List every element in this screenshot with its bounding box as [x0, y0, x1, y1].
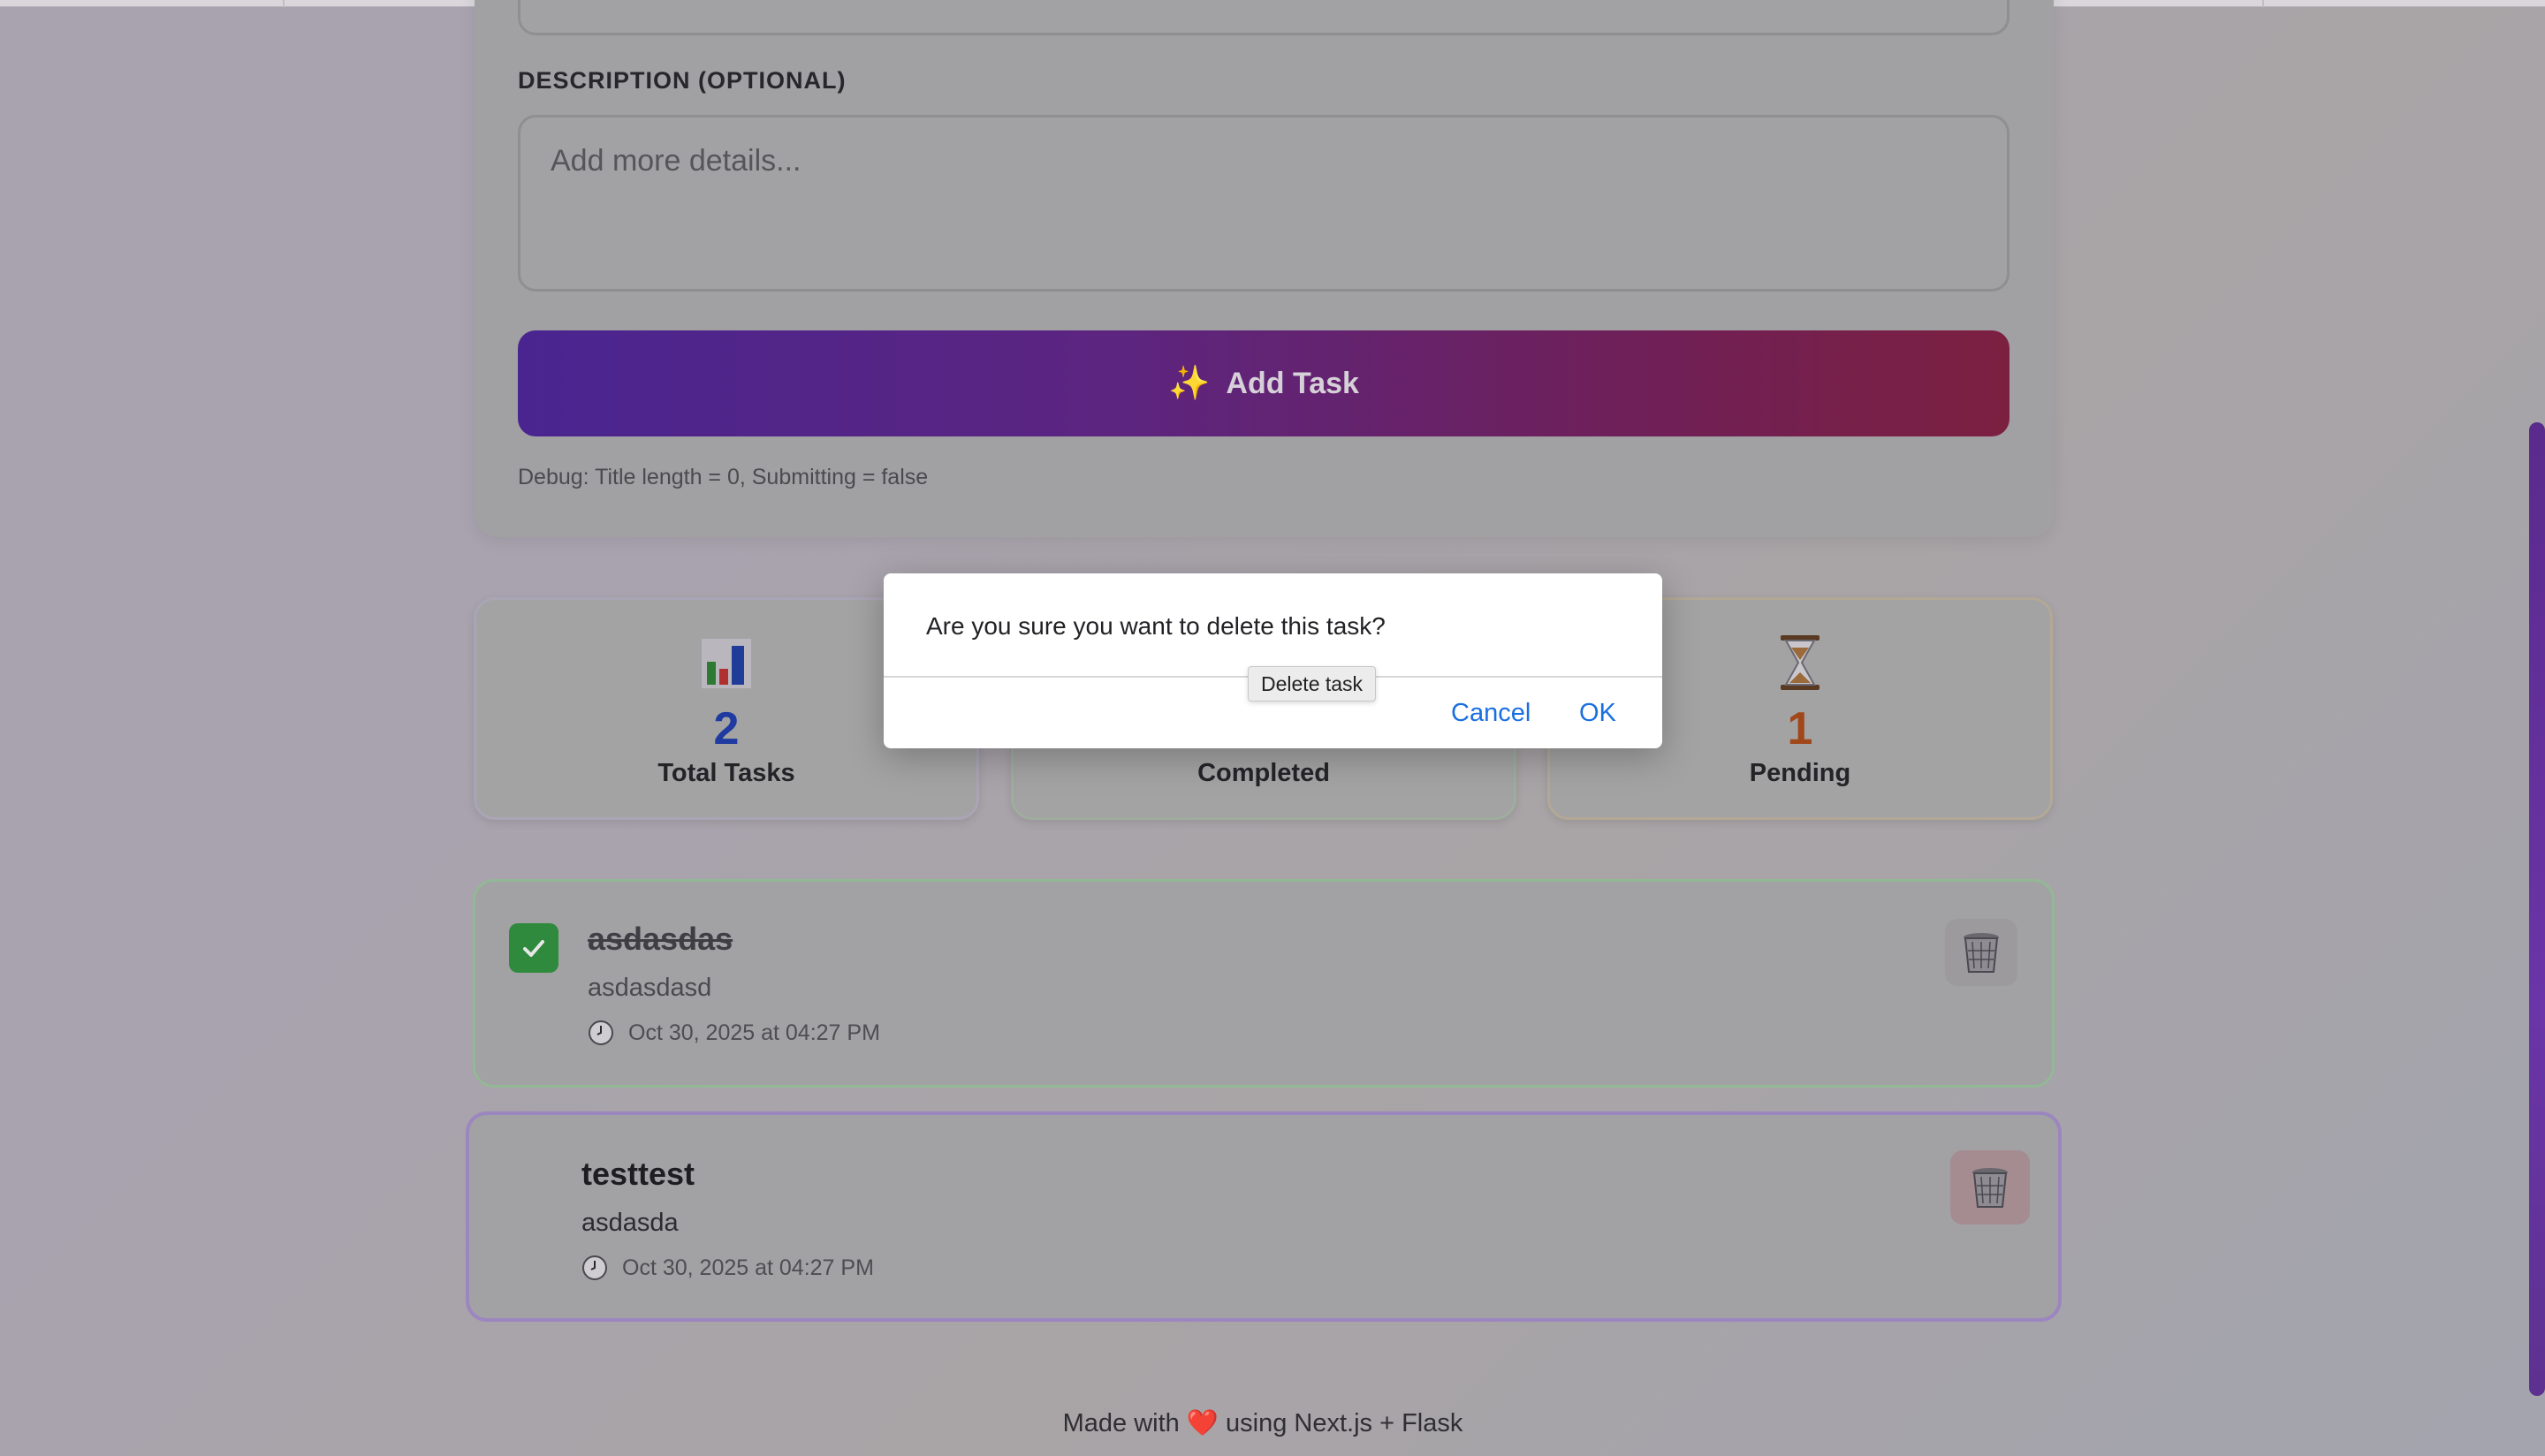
heart-icon: ❤️ — [1186, 1409, 1219, 1437]
trash-icon — [1964, 933, 1999, 973]
clock-icon — [589, 1020, 613, 1045]
task-timestamp-text: Oct 30, 2025 at 04:27 PM — [622, 1255, 874, 1280]
footer-prefix: Made with — [1062, 1409, 1180, 1437]
debug-text: Debug: Title length = 0, Submitting = fa… — [518, 465, 929, 489]
stat-pending-label: Pending — [1749, 759, 1851, 787]
cancel-button[interactable]: Cancel — [1451, 699, 1531, 728]
task-timestamp: Oct 30, 2025 at 04:27 PM — [581, 1255, 874, 1281]
clock-icon — [582, 1255, 607, 1280]
task-item: asdasdas asdasdasd Oct 30, 2025 at 04:27… — [473, 879, 2055, 1088]
task-title: asdasdas — [588, 921, 733, 957]
task-item: testtest asdasda Oct 30, 2025 at 04:27 P… — [466, 1111, 2062, 1322]
delete-task-tooltip: Delete task — [1248, 666, 1377, 701]
task-timestamp: Oct 30, 2025 at 04:27 PM — [588, 1020, 880, 1046]
delete-task-button[interactable] — [1945, 919, 2017, 986]
confirm-delete-dialog: Are you sure you want to delete this tas… — [884, 573, 1662, 748]
delete-task-button[interactable] — [1950, 1150, 2030, 1225]
task-description: asdasda — [581, 1209, 679, 1237]
task-description: asdasdasd — [588, 974, 712, 1002]
stat-total-label: Total Tasks — [657, 759, 795, 787]
trash-icon — [1972, 1168, 2008, 1208]
add-task-label: Add Task — [1226, 366, 1359, 400]
sparkles-icon: ✨ — [1168, 365, 1211, 402]
ok-button[interactable]: OK — [1579, 699, 1616, 728]
add-task-button[interactable]: ✨ Add Task — [518, 330, 2009, 436]
task-checkbox-checked[interactable] — [509, 923, 558, 973]
description-placeholder: Add more details... — [551, 144, 801, 178]
footer: Made with ❤️ using Next.js + Flask — [0, 1408, 2526, 1438]
task-timestamp-text: Oct 30, 2025 at 04:27 PM — [628, 1020, 880, 1045]
dialog-message: Are you sure you want to delete this tas… — [926, 612, 1386, 640]
task-title: testtest — [581, 1156, 695, 1192]
page-scrollbar[interactable] — [2529, 422, 2545, 1396]
description-input[interactable]: Add more details... — [518, 115, 2009, 292]
checkmark-icon — [523, 940, 544, 957]
stat-completed-label: Completed — [1197, 759, 1330, 787]
description-label: DESCRIPTION (OPTIONAL) — [518, 67, 847, 94]
footer-suffix: using Next.js + Flask — [1226, 1409, 1463, 1437]
title-input[interactable] — [518, 0, 2009, 35]
